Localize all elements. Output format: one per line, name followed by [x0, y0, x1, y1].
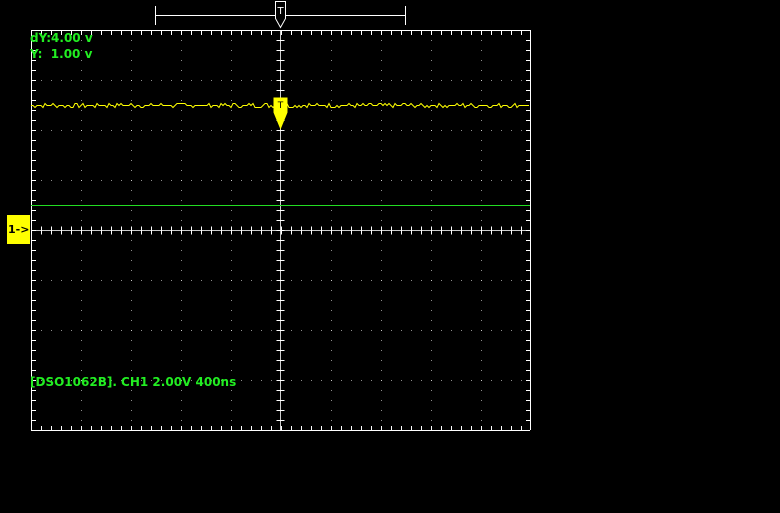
y-readout: Y: 1.00 v	[30, 47, 93, 61]
scope-status-line: [DSO1062B]. CH1 2.00V 400ns	[30, 375, 237, 389]
channel-1-marker[interactable]: 1->	[7, 215, 30, 244]
trigger-position-icon[interactable]: T	[275, 1, 286, 29]
trigger-level-label: T	[277, 101, 284, 111]
oscilloscope-display: T T	[31, 1, 531, 431]
graticule	[31, 30, 531, 431]
trigger-level-icon[interactable]: T	[273, 97, 288, 130]
trigger-position-label: T	[276, 6, 284, 17]
delta-y-readout: dY:4.00 v	[30, 31, 93, 45]
